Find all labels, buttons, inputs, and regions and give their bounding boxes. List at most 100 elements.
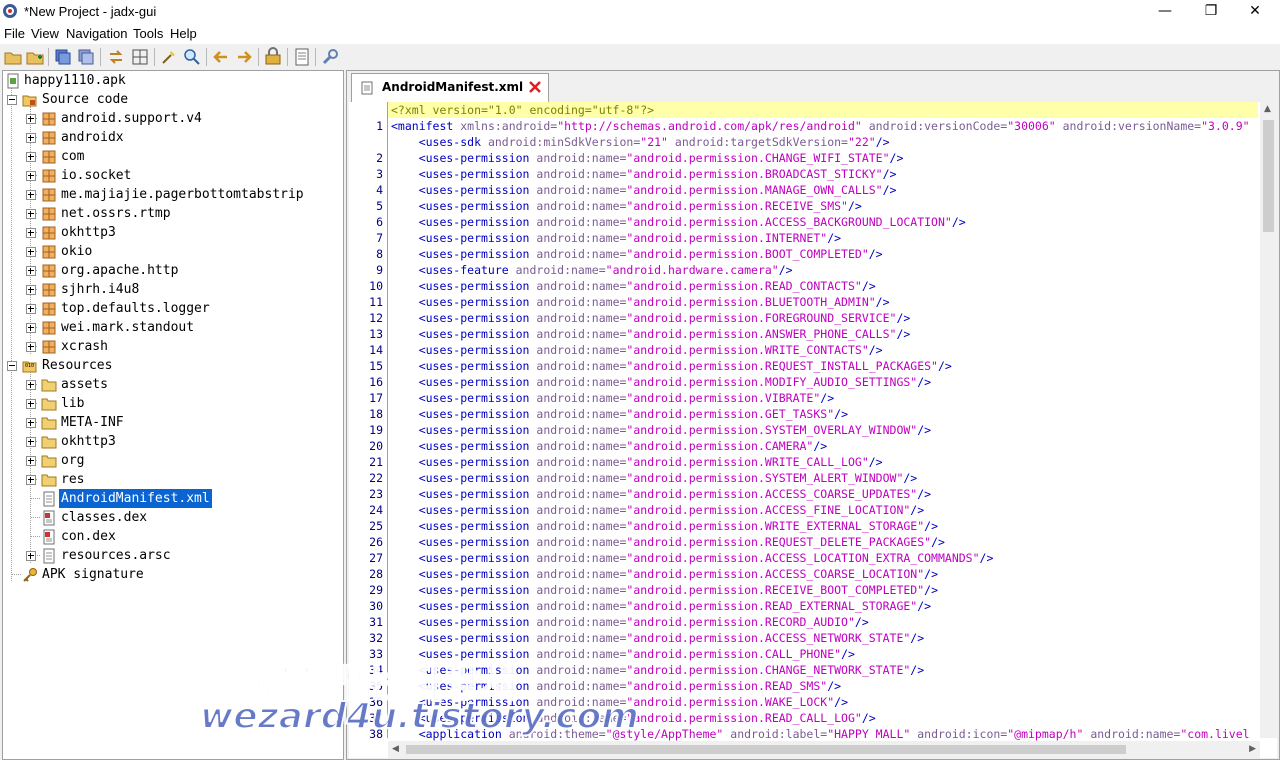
code-token: "3.0.9" bbox=[1201, 119, 1250, 133]
expand-toggle-icon[interactable] bbox=[26, 323, 36, 333]
tree-package-item[interactable]: sjhrh.i4u8 bbox=[3, 280, 341, 299]
menu-navigation[interactable]: Navigation bbox=[66, 26, 127, 41]
tree-resource-file[interactable]: resources.arsc bbox=[3, 546, 341, 565]
tree-folder-label: assets bbox=[61, 377, 108, 392]
tab-androidmanifest[interactable]: AndroidManifest.xml bbox=[351, 73, 549, 102]
expand-toggle-icon[interactable] bbox=[26, 437, 36, 447]
tree-resource-file[interactable]: classes.dex bbox=[3, 508, 341, 527]
tree-package-item[interactable]: androidx bbox=[3, 128, 341, 147]
expand-toggle-icon[interactable] bbox=[26, 342, 36, 352]
expand-toggle-icon[interactable] bbox=[26, 228, 36, 238]
xml-tag-close: /> bbox=[896, 327, 911, 341]
tree-package-item[interactable]: xcrash bbox=[3, 337, 341, 356]
tree-package-item[interactable]: org.apache.http bbox=[3, 261, 341, 280]
export-icon[interactable] bbox=[76, 47, 96, 67]
expand-toggle-icon[interactable] bbox=[26, 285, 36, 295]
horizontal-scrollbar[interactable]: ◀ ▶ bbox=[388, 741, 1260, 758]
expand-toggle-icon[interactable] bbox=[26, 152, 36, 162]
back-arrow-icon[interactable] bbox=[211, 47, 231, 67]
scroll-left-icon[interactable]: ◀ bbox=[392, 744, 399, 754]
code-token: android:versionName= bbox=[1062, 119, 1202, 133]
toolbar-separator bbox=[315, 48, 316, 66]
menu-view[interactable]: View bbox=[31, 26, 59, 41]
xml-attr: android:name= bbox=[536, 375, 627, 389]
tree-folder-label: res bbox=[61, 472, 85, 487]
collapse-toggle-icon[interactable] bbox=[7, 361, 17, 371]
tree-resource-file[interactable]: AndroidManifest.xml bbox=[3, 488, 341, 509]
forward-arrow-icon[interactable] bbox=[234, 47, 254, 67]
tree-resource-folder[interactable]: META-INF bbox=[3, 413, 341, 432]
xml-attr: android:name= bbox=[536, 455, 627, 469]
xml-tag-close: /> bbox=[861, 711, 876, 725]
tree-resources[interactable]: 010 Resources bbox=[3, 356, 341, 375]
text-search-icon[interactable] bbox=[159, 47, 179, 67]
code-token: android:label= bbox=[730, 727, 828, 741]
sync-tree-icon[interactable] bbox=[106, 47, 126, 67]
tree-package-item[interactable]: wei.mark.standout bbox=[3, 318, 341, 337]
preferences-wrench-icon[interactable] bbox=[320, 47, 340, 67]
tree-package-label: wei.mark.standout bbox=[61, 320, 195, 335]
expand-toggle-icon[interactable] bbox=[26, 171, 36, 181]
tree-apk-signature[interactable]: APK signature bbox=[3, 565, 341, 584]
open-file-icon[interactable] bbox=[3, 47, 23, 67]
expand-toggle-icon[interactable] bbox=[26, 133, 36, 143]
tree-resource-folder[interactable]: okhttp3 bbox=[3, 432, 341, 451]
tree-resource-folder[interactable]: org bbox=[3, 451, 341, 470]
tree-resource-file[interactable]: con.dex bbox=[3, 527, 341, 546]
scroll-up-icon[interactable]: ▲ bbox=[1264, 104, 1271, 114]
tree-source-code[interactable]: Source code bbox=[3, 90, 341, 109]
expand-toggle-icon[interactable] bbox=[26, 399, 36, 409]
vertical-scrollbar[interactable]: ▲ bbox=[1260, 102, 1277, 738]
tree-resource-folder[interactable]: assets bbox=[3, 375, 341, 394]
code-token: "30006" bbox=[1007, 119, 1063, 133]
tree-root[interactable]: happy1110.apk bbox=[3, 71, 341, 90]
tree-resource-folder[interactable]: res bbox=[3, 470, 341, 489]
tree-package-item[interactable]: okio bbox=[3, 242, 341, 261]
vertical-scroll-thumb[interactable] bbox=[1263, 120, 1274, 232]
tree-package-item[interactable]: net.ossrs.rtmp bbox=[3, 204, 341, 223]
expand-toggle-icon[interactable] bbox=[26, 247, 36, 257]
code-line: <uses-permission android:name="android.p… bbox=[391, 390, 834, 406]
flatten-packages-icon[interactable] bbox=[130, 47, 150, 67]
expand-toggle-icon[interactable] bbox=[26, 304, 36, 314]
code-line: <uses-permission android:name="android.p… bbox=[391, 406, 848, 422]
expand-toggle-icon[interactable] bbox=[26, 209, 36, 219]
menu-help[interactable]: Help bbox=[170, 26, 197, 41]
menu-tools[interactable]: Tools bbox=[133, 26, 163, 41]
tree-package-item[interactable]: me.majiajie.pagerbottomtabstrip bbox=[3, 185, 341, 204]
tree-package-item[interactable]: android.support.v4 bbox=[3, 109, 341, 128]
save-all-icon[interactable] bbox=[53, 47, 73, 67]
expand-toggle-icon[interactable] bbox=[26, 418, 36, 428]
menu-file[interactable]: File bbox=[4, 26, 25, 41]
expand-toggle-icon[interactable] bbox=[26, 380, 36, 390]
horizontal-scroll-thumb[interactable] bbox=[406, 745, 1126, 754]
log-viewer-icon[interactable] bbox=[292, 47, 312, 67]
xml-attr: android:name= bbox=[536, 471, 627, 485]
code-line: <uses-permission android:name="android.p… bbox=[391, 550, 994, 566]
tree-package-item[interactable]: com bbox=[3, 147, 341, 166]
xml-tag-close: /> bbox=[882, 183, 897, 197]
maximize-button[interactable]: ❐ bbox=[1188, 0, 1234, 24]
expand-toggle-icon[interactable] bbox=[26, 190, 36, 200]
xml-value: "android.permission.READ_CALL_LOG" bbox=[626, 711, 862, 725]
tree-resource-folder[interactable]: lib bbox=[3, 394, 341, 413]
expand-toggle-icon[interactable] bbox=[26, 456, 36, 466]
tree-package-item[interactable]: okhttp3 bbox=[3, 223, 341, 242]
collapse-toggle-icon[interactable] bbox=[7, 95, 17, 105]
xml-attr: android:name= bbox=[536, 151, 627, 165]
expand-toggle-icon[interactable] bbox=[26, 114, 36, 124]
tree-package-item[interactable]: top.defaults.logger bbox=[3, 299, 341, 318]
close-tab-icon[interactable] bbox=[528, 80, 542, 94]
scroll-right-icon[interactable]: ▶ bbox=[1249, 744, 1256, 754]
expand-toggle-icon[interactable] bbox=[26, 551, 36, 561]
class-search-icon[interactable] bbox=[182, 47, 202, 67]
close-button[interactable]: ✕ bbox=[1232, 0, 1278, 24]
folder-icon bbox=[41, 379, 57, 392]
expand-toggle-icon[interactable] bbox=[26, 266, 36, 276]
add-files-icon[interactable] bbox=[25, 47, 45, 67]
expand-toggle-icon[interactable] bbox=[26, 475, 36, 485]
deobfuscation-icon[interactable] bbox=[263, 47, 283, 67]
tree-package-item[interactable]: io.socket bbox=[3, 166, 341, 185]
toolbar-separator bbox=[48, 48, 49, 66]
minimize-button[interactable]: — bbox=[1142, 0, 1188, 24]
